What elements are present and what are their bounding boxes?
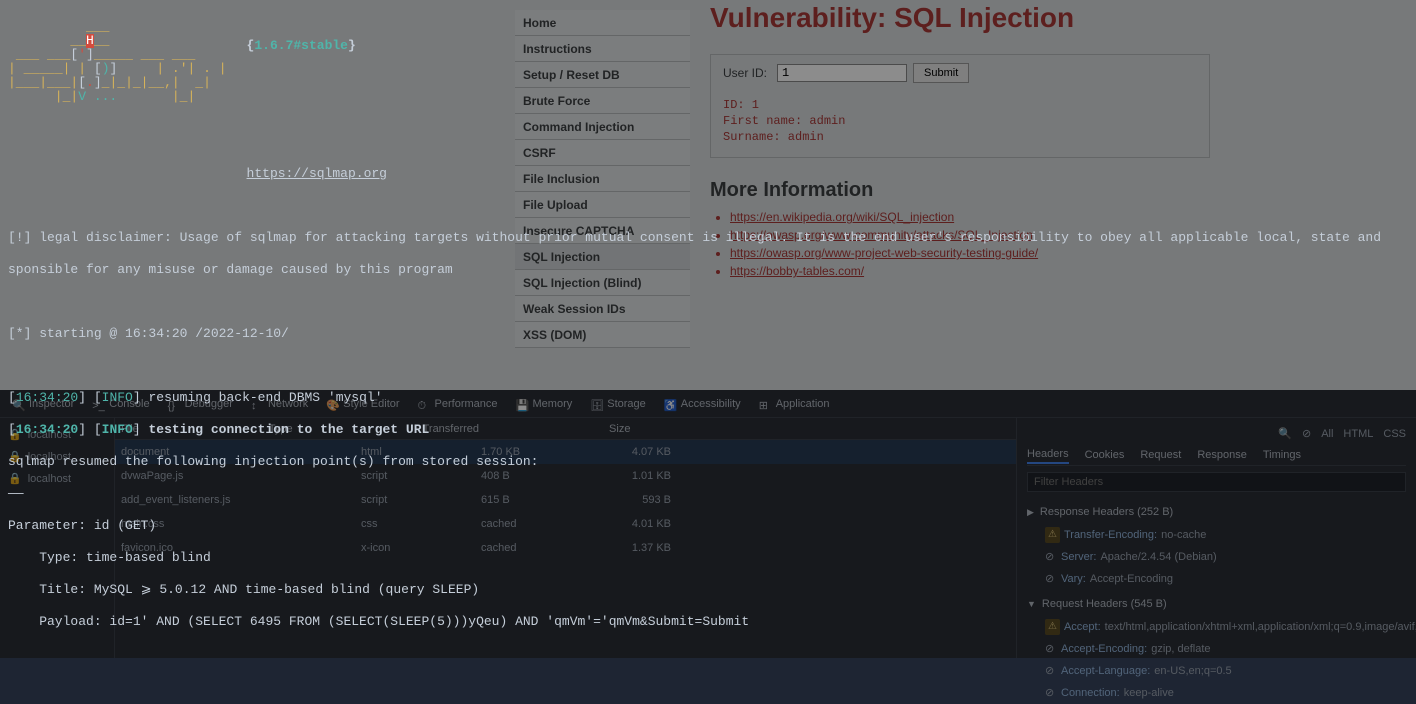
legal-disclaimer: [!] legal disclaimer: Usage of sqlmap fo… bbox=[8, 230, 1408, 246]
sqlmap-ascii-logo: ___ __H__ ___ ___[']_____ ___ ___| _____… bbox=[8, 20, 227, 104]
header-row: ⊘ Accept-Language: en-US,en;q=0.5 bbox=[1027, 660, 1406, 682]
terminal-output: ___ __H__ ___ ___[']_____ ___ ___| _____… bbox=[0, 0, 1416, 658]
header-row: ⊘ Connection: keep-alive bbox=[1027, 682, 1406, 704]
sqlmap-url-link[interactable]: https://sqlmap.org bbox=[247, 166, 387, 181]
